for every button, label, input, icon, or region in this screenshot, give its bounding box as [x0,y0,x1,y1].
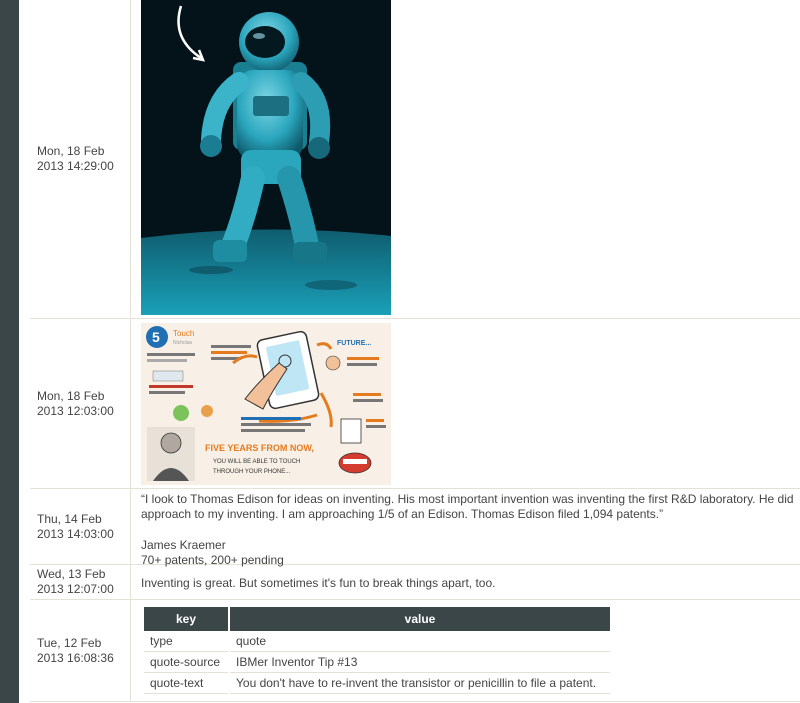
time-line: 2013 14:03:00 [37,526,114,541]
table-row: quote-source IBMer Inventor Tip #13 [144,652,610,673]
table-value-cell: IBMer Inventor Tip #13 [230,652,610,673]
quote-post: “I look to Thomas Edison for ideas on in… [141,492,800,568]
table-key-cell: quote-source [144,652,228,673]
astronaut-illustration [141,0,391,315]
future-label: FUTURE... [337,340,371,347]
time-line: 2013 12:07:00 [37,582,114,596]
date-cell: Mon, 18 Feb 2013 12:03:00 [30,319,131,488]
post-row: Mon, 18 Feb 2013 14:29:00 [30,0,800,319]
content-cell: Inventing is great. But sometimes it's f… [140,565,800,599]
time-line: 2013 16:08:36 [37,650,114,665]
quote-body-line: “I look to Thomas Edison for ideas on in… [141,492,794,506]
text-post-body: Inventing is great. But sometimes it's f… [141,576,496,590]
left-sidebar-bar [0,0,19,703]
touch-illustration-photo[interactable]: 5 Touch Nicholas FUTURE... FIVE YEARS FR… [141,323,391,485]
table-value-cell: quote [230,631,610,652]
post-date[interactable]: Mon, 18 Feb 2013 12:03:00 [30,389,114,419]
table-row: quote-text You don't have to re-invent t… [144,673,610,694]
date-line: Mon, 18 Feb [37,144,105,158]
table-key-cell: quote-text [144,673,228,694]
badge-number: 5 [152,329,160,345]
post-date[interactable]: Tue, 12 Feb 2013 16:08:36 [30,636,114,666]
sketch-quote-line: YOU WILL BE ABLE TO TOUCH [213,459,300,465]
table-value-cell: You don't have to re-invent the transist… [230,673,610,694]
quote-body-line: approach to my inventing. I am approachi… [141,507,664,521]
astronaut-photo[interactable] [141,0,391,315]
date-cell: Tue, 12 Feb 2013 16:08:36 [30,600,131,701]
content-cell: 5 Touch Nicholas FUTURE... FIVE YEARS FR… [140,319,800,488]
touch-sketchnote: 5 Touch Nicholas FUTURE... FIVE YEARS FR… [141,323,391,485]
table-header-row: key value [144,607,610,631]
date-cell: Mon, 18 Feb 2013 14:29:00 [30,0,131,318]
post-row: Tue, 12 Feb 2013 16:08:36 key value type… [30,600,800,702]
post-row: Wed, 13 Feb 2013 12:07:00 Inventing is g… [30,565,800,600]
date-line: Thu, 14 Feb [37,511,102,526]
post-row: Mon, 18 Feb 2013 12:03:00 5 Touch Nichol… [30,319,800,489]
sketch-quote-headline: FIVE YEARS FROM NOW, [205,443,314,453]
page: Mon, 18 Feb 2013 14:29:00 Mon, 18 Feb 20… [0,0,800,703]
post-row: Thu, 14 Feb 2013 14:03:00 “I look to Tho… [30,489,800,567]
quote-author: James Kraemer [141,538,226,552]
post-date[interactable]: Wed, 13 Feb 2013 12:07:00 [30,567,114,597]
column-header-value: value [230,607,610,631]
sketch-quote-line: THROUGH YOUR PHONE... [213,469,291,475]
table-row: type quote [144,631,610,652]
date-cell: Thu, 14 Feb 2013 14:03:00 [30,489,131,564]
date-line: Mon, 18 Feb [37,388,105,403]
content-cell [140,0,800,318]
post-date[interactable]: Thu, 14 Feb 2013 14:03:00 [30,512,114,542]
time-line: 2013 12:03:00 [37,403,114,418]
post-date[interactable]: Mon, 18 Feb 2013 14:29:00 [30,144,114,174]
date-line: Tue, 12 Feb [37,635,102,650]
sketch-heading: Touch [173,329,194,338]
date-line: Wed, 13 Feb [37,567,106,581]
sketch-subheading: Nicholas [173,340,193,346]
column-header-key: key [144,607,228,631]
key-value-table: key value type quote quote-source IBMer … [142,607,612,694]
date-cell: Wed, 13 Feb 2013 12:07:00 [30,565,131,599]
content-cell: key value type quote quote-source IBMer … [140,600,800,701]
time-line: 2013 14:29:00 [37,159,114,173]
table-key-cell: type [144,631,228,652]
content-cell: “I look to Thomas Edison for ideas on in… [140,489,800,567]
